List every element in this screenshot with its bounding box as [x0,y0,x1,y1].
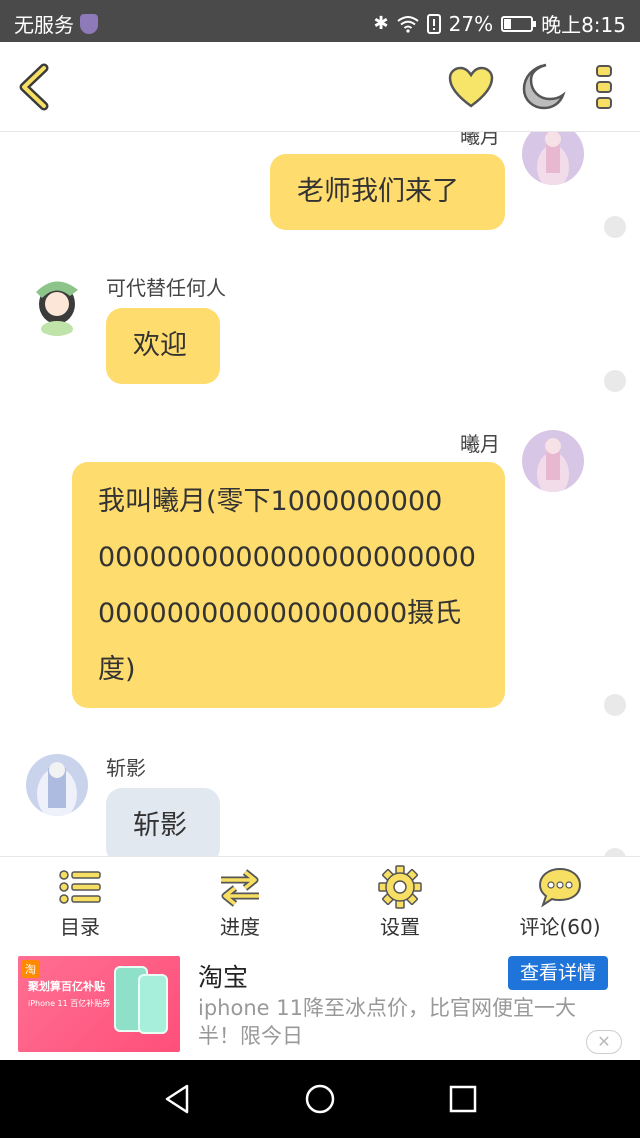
tab-label: 进度 [220,915,260,939]
chat-list[interactable]: 曦月 老师我们来了 可代替任何人 欢迎 曦月 我叫曦月(零下1000000000… [0,132,640,856]
wifi-icon [397,15,419,33]
system-nav-bar [0,1060,640,1138]
status-right: ✱ 27% 晚上8:15 [374,9,626,38]
tab-settings[interactable]: 设置 [320,857,480,948]
ad-banner[interactable]: 淘 聚划算百亿补贴 iPhone 11 百亿补贴券 淘宝 查看详情 iphone… [0,948,640,1060]
nav-back-icon[interactable] [160,1082,194,1116]
battery-icon [501,15,537,32]
tab-label: 目录 [60,915,100,939]
alert-icon [426,13,441,34]
view-details-button[interactable]: 查看详情 [508,956,608,990]
tab-label: 评论(60) [519,915,601,939]
swap-icon [221,869,259,907]
ad-title: 淘宝 [198,963,249,992]
heart-icon[interactable] [448,66,494,110]
message-line: 0000000000000000000000 [98,542,476,573]
avatar[interactable] [26,274,88,336]
tab-label: 设置 [380,915,420,939]
ad-description: iphone 11降至冰点价，比官网便宜一大半！限今日 [198,996,576,1048]
nav-recent-icon[interactable] [448,1084,478,1114]
ad-image-sub: iPhone 11 百亿补贴券 [28,999,111,1008]
back-icon[interactable] [14,62,58,112]
gear-icon [378,865,422,909]
ad-image-caption: 聚划算百亿补贴 [28,980,105,993]
comment-icon [538,867,582,908]
ad-image-badge: 淘 [22,960,39,978]
status-left: 无服务 [14,9,98,38]
sender-name: 可代替任何人 [106,276,226,300]
ad-image[interactable]: 淘 聚划算百亿补贴 iPhone 11 百亿补贴券 [18,956,180,1052]
avatar[interactable] [26,754,88,816]
sender-name: 斩影 [106,756,146,780]
message-line: 度) [98,654,136,685]
status-dot [604,216,626,238]
clock-text: 晚上8:15 [541,13,626,37]
tab-catalog[interactable]: 目录 [0,857,160,948]
moon-icon[interactable] [518,62,566,110]
message-bubble: 我叫曦月(零下1000000000 0000000000000000000000… [72,462,505,708]
list-icon [59,870,101,904]
avatar[interactable] [522,430,584,492]
battery-fill [504,18,512,29]
tab-comments[interactable]: 评论(60) [480,857,640,948]
close-icon[interactable]: ✕ [586,1030,622,1054]
status-dot [604,694,626,716]
message-line: 000000000000000000摄氏 [98,598,462,629]
phone-image [138,974,168,1034]
status-bar: 无服务 ✱ 27% 晚上8:15 [0,0,640,42]
message-line: 我叫曦月(零下1000000000 [98,486,443,517]
carrier-text: 无服务 [14,13,74,37]
tab-progress[interactable]: 进度 [160,857,320,948]
battery-percent: 27% [448,11,494,36]
status-dot [604,848,626,856]
sender-name: 曦月 [460,432,500,456]
message-bubble: 老师我们来了 [270,154,505,230]
status-dot [604,370,626,392]
reader-header [0,42,640,132]
message-bubble: 斩影 [106,788,220,856]
bluetooth-icon: ✱ [373,13,389,34]
bottom-toolbar: 目录 进度 设置 评论(60) [0,856,640,948]
shield-icon [80,13,98,34]
avatar[interactable] [522,132,584,185]
sender-name: 曦月 [460,132,500,148]
nav-home-icon[interactable] [303,1082,337,1116]
message-bubble: 欢迎 [106,308,220,384]
more-icon[interactable] [592,64,616,110]
